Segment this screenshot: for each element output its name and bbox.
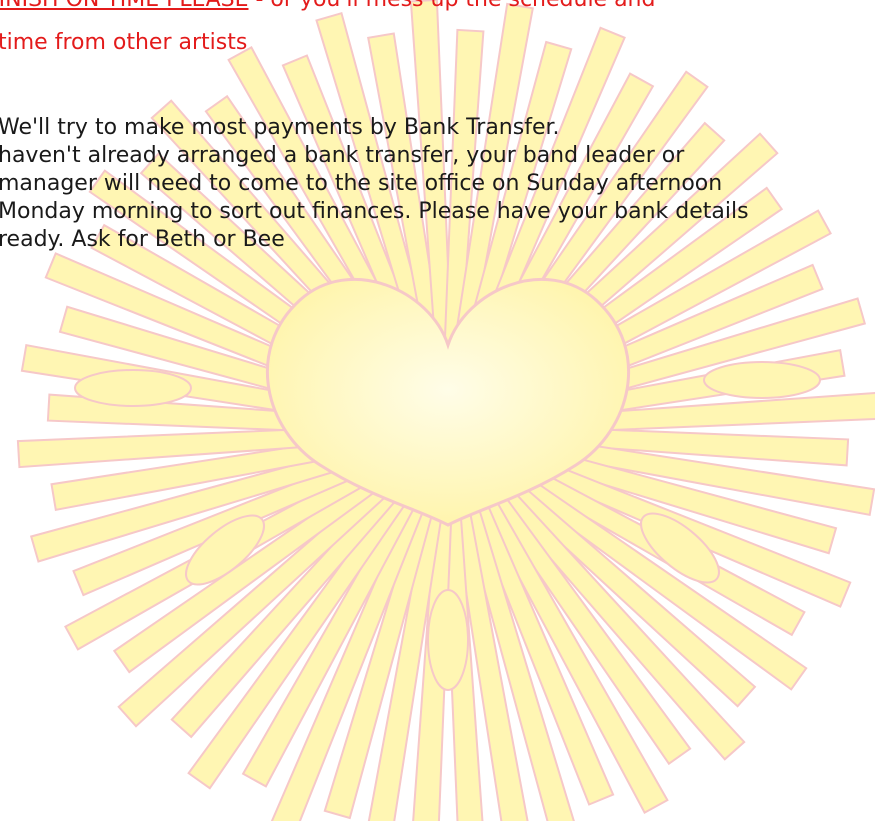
payment-line-5: ready. Ask for Beth or Bee — [0, 227, 285, 252]
schedule-warning-line-1: FINISH ON TIME PLEASE - or you'll mess u… — [0, 0, 655, 14]
schedule-warning-line-2: time from other artists — [0, 30, 248, 55]
payment-line-1: We'll try to make most payments by Bank … — [0, 115, 560, 140]
warning-rest: - or you'll mess up the schedule and — [249, 0, 655, 12]
warning-emphasis: FINISH ON TIME PLEASE — [0, 0, 249, 12]
document-page: FINISH ON TIME PLEASE - or you'll mess u… — [0, 0, 875, 821]
notice-text: FINISH ON TIME PLEASE - or you'll mess u… — [0, 0, 875, 821]
payment-line-3: manager will need to come to the site of… — [0, 171, 723, 196]
payment-line-2: haven't already arranged a bank transfer… — [0, 143, 685, 168]
payment-line-4: Monday morning to sort out finances. Ple… — [0, 199, 749, 224]
